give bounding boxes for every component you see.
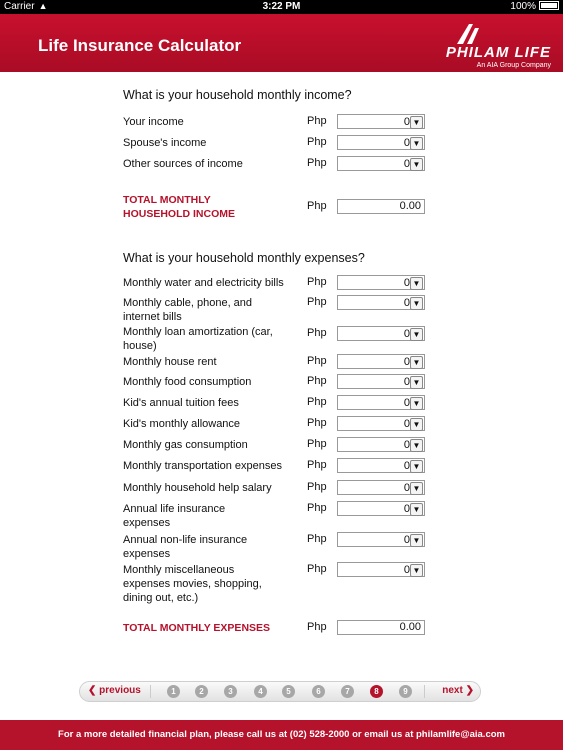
currency-label: Php: [307, 375, 327, 387]
currency-label: Php: [307, 276, 327, 288]
expense-select[interactable]: 0 ▼: [337, 416, 425, 431]
philam-logo: PHILAM LIFE An AIA Group Company: [381, 22, 551, 69]
chevron-down-icon: ▼: [410, 328, 423, 341]
your-income-select[interactable]: 0 ▼: [337, 114, 425, 129]
currency-label: Php: [307, 533, 327, 545]
expense-label: Annual life insurance expenses: [123, 503, 226, 529]
chevron-down-icon: ▼: [410, 439, 423, 452]
divider: [150, 685, 151, 698]
expense-label: Monthly house rent: [123, 356, 217, 368]
other-income-select[interactable]: 0 ▼: [337, 156, 425, 171]
currency-label: Php: [307, 396, 327, 408]
chevron-down-icon: ▼: [410, 297, 423, 310]
income-label: Spouse's income: [123, 137, 207, 149]
currency-label: Php: [307, 481, 327, 493]
expense-label: Kid's monthly allowance: [123, 418, 241, 430]
chevron-down-icon: ▼: [410, 503, 423, 516]
expense-label: Monthly household help salary: [123, 482, 272, 494]
page-dot-6[interactable]: 6: [312, 685, 325, 698]
expense-label: Kid's annual tuition fees: [123, 397, 239, 409]
currency-label: Php: [307, 459, 327, 471]
clock: 3:22 PM: [262, 1, 301, 12]
income-label: Your income: [123, 116, 184, 128]
currency-label: Php: [307, 296, 327, 308]
currency-label: Php: [307, 502, 327, 514]
page-dot-2[interactable]: 2: [195, 685, 208, 698]
expenses-question: What is your household monthly expenses?: [123, 251, 365, 265]
page-dot-1[interactable]: 1: [167, 685, 180, 698]
expense-select[interactable]: 0 ▼: [337, 437, 425, 452]
expense-label: Monthly transportation expenses: [123, 460, 282, 472]
previous-button[interactable]: ❮ previous: [88, 685, 141, 696]
expense-label: Monthly miscellaneous expenses movies, s…: [123, 564, 262, 604]
chevron-down-icon: ▼: [410, 376, 423, 389]
currency-label: Php: [307, 157, 327, 169]
page-dot-5[interactable]: 5: [282, 685, 295, 698]
page-title: Life Insurance Calculator: [38, 36, 242, 55]
page-dot-8[interactable]: 8: [370, 685, 383, 698]
logo-subtitle: An AIA Group Company: [476, 62, 551, 69]
logo-mark-icon: [457, 24, 479, 44]
currency-label: Php: [307, 563, 327, 575]
expense-select[interactable]: 0 ▼: [337, 374, 425, 389]
currency-label: Php: [307, 136, 327, 148]
income-label: Other sources of income: [123, 158, 243, 170]
chevron-left-icon: ❮: [88, 685, 100, 696]
expense-select[interactable]: 0 ▼: [337, 480, 425, 495]
chevron-down-icon: ▼: [410, 116, 423, 129]
chevron-down-icon: ▼: [410, 158, 423, 171]
expense-label: Monthly cable, phone, and internet bills: [123, 297, 253, 323]
currency-label: Php: [307, 327, 327, 339]
expense-label: Monthly loan amortization (car, house): [123, 326, 273, 352]
chevron-down-icon: ▼: [410, 356, 423, 369]
page-navigator: ❮ previous 1 2 3 4 5 6 7 8 9 next ❯: [79, 681, 481, 702]
page-dot-9[interactable]: 9: [399, 685, 412, 698]
currency-label: Php: [307, 438, 327, 450]
chevron-down-icon: ▼: [410, 534, 423, 547]
expense-label: Annual non-life insurance expenses: [123, 534, 248, 560]
page-dot-7[interactable]: 7: [341, 685, 354, 698]
currency-label: Php: [307, 621, 327, 633]
chevron-down-icon: ▼: [410, 137, 423, 150]
chevron-down-icon: ▼: [410, 460, 423, 473]
expense-label: Monthly water and electricity bills: [123, 277, 284, 289]
footer-contact: For a more detailed financial plan, plea…: [0, 720, 563, 750]
battery-indicator: 100%: [510, 1, 559, 12]
expense-select[interactable]: 0 ▼: [337, 275, 425, 290]
status-bar: Carrier ▲ 3:22 PM 100%: [0, 0, 563, 14]
expense-select[interactable]: 0 ▼: [337, 458, 425, 473]
income-question: What is your household monthly income?: [123, 88, 352, 102]
chevron-down-icon: ▼: [410, 277, 423, 290]
chevron-down-icon: ▼: [410, 418, 423, 431]
logo-name: PHILAM LIFE: [445, 44, 551, 61]
battery-icon: [539, 1, 559, 10]
total-income-label: TOTAL MONTHLY HOUSEHOLD INCOME: [123, 194, 236, 220]
page-dot-4[interactable]: 4: [254, 685, 267, 698]
currency-label: Php: [307, 355, 327, 367]
expense-select[interactable]: 0 ▼: [337, 326, 425, 341]
spouse-income-select[interactable]: 0 ▼: [337, 135, 425, 150]
chevron-down-icon: ▼: [410, 482, 423, 495]
chevron-down-icon: ▼: [410, 564, 423, 577]
next-button[interactable]: next ❯: [442, 685, 474, 696]
total-expenses-value: 0.00: [337, 620, 425, 635]
total-income-value: 0.00: [337, 199, 425, 214]
expense-label: Monthly gas consumption: [123, 439, 248, 451]
page-dot-3[interactable]: 3: [224, 685, 237, 698]
expense-select[interactable]: 0 ▼: [337, 532, 425, 547]
expense-select[interactable]: 0 ▼: [337, 354, 425, 369]
expense-select[interactable]: 0 ▼: [337, 295, 425, 310]
chevron-right-icon: ❯: [462, 685, 474, 696]
expense-select[interactable]: 0 ▼: [337, 395, 425, 410]
expense-label: Monthly food consumption: [123, 376, 252, 388]
currency-label: Php: [307, 115, 327, 127]
total-expenses-label: TOTAL MONTHLY EXPENSES: [123, 622, 271, 634]
chevron-down-icon: ▼: [410, 397, 423, 410]
expense-select[interactable]: 0 ▼: [337, 501, 425, 516]
currency-label: Php: [307, 200, 327, 212]
divider: [424, 685, 425, 698]
app-header: Life Insurance Calculator PHILAM LIFE An…: [0, 14, 563, 72]
currency-label: Php: [307, 417, 327, 429]
expense-select[interactable]: 0 ▼: [337, 562, 425, 577]
